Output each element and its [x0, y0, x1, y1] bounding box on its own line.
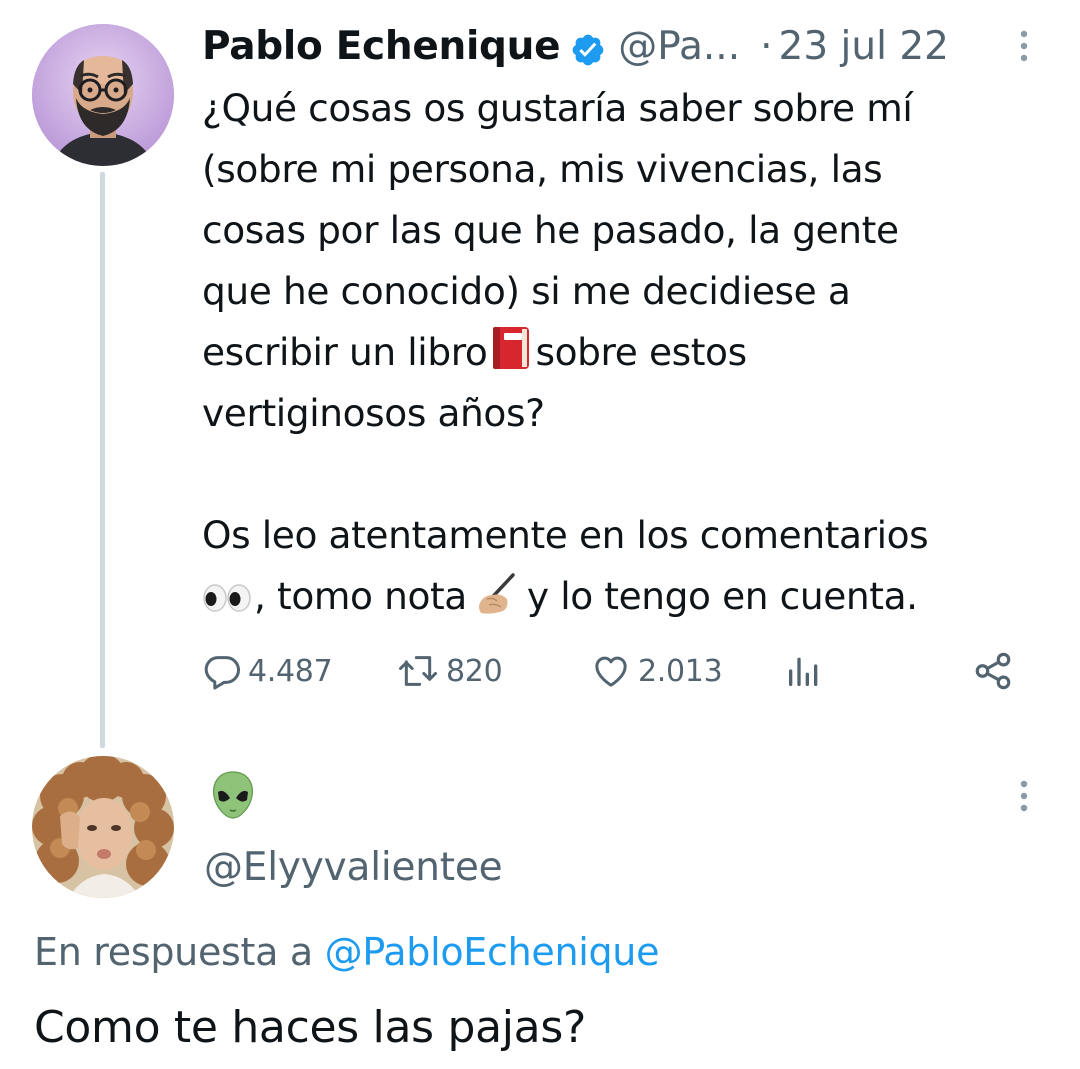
author-name[interactable]: Pablo Echenique — [202, 20, 561, 74]
tweet-text-line: que he conocido) si me decidiese a — [202, 269, 851, 313]
tweet-text-line: ¿Qué cosas os gustaría saber sobre mí — [202, 86, 913, 130]
thread-connector-line — [100, 172, 105, 748]
reply-text: Como te haces las pajas? — [34, 1002, 586, 1053]
alien-emoji — [210, 770, 256, 820]
like-button[interactable]: 2.013 — [590, 645, 723, 697]
reply-icon — [202, 651, 242, 691]
more-options-icon[interactable] — [1012, 26, 1036, 70]
tweet-text-fragment: escribir un libro — [202, 330, 488, 374]
reply-author-handle[interactable]: @Elyyvalientee — [204, 840, 503, 896]
tweet-text-fragment: y lo tengo en cuenta. — [526, 574, 918, 618]
views-icon — [784, 651, 824, 691]
views-button[interactable] — [784, 645, 824, 697]
share-button[interactable] — [972, 645, 1014, 697]
tweet-thread: Pablo Echenique @Pa... · 23 jul 22 ¿Qué … — [0, 0, 1080, 1069]
tweet-text-line: , tomo nota y lo tengo en cuenta. — [202, 566, 1052, 627]
tweet-text-line: escribir un libro sobre estos — [202, 322, 1052, 383]
reply-author-avatar[interactable] — [32, 756, 174, 898]
verified-badge-icon — [570, 29, 606, 66]
tweet-text: ¿Qué cosas os gustaría saber sobre mí (s… — [202, 78, 1052, 627]
writing-hand-emoji — [473, 571, 521, 617]
author-avatar[interactable] — [32, 24, 174, 166]
author-handle[interactable]: @Pa... — [618, 20, 740, 74]
reply-button[interactable]: 4.487 — [202, 645, 333, 697]
more-options-icon[interactable] — [1012, 776, 1036, 820]
like-count: 2.013 — [638, 653, 723, 689]
tweet-text-line: (sobre mi persona, mis vivencias, las — [202, 147, 883, 191]
retweet-icon — [396, 651, 440, 691]
closed-book-emoji — [491, 325, 531, 371]
eyes-emoji — [202, 570, 252, 612]
tweet-text-line: cosas por las que he pasado, la gente — [202, 208, 899, 252]
header-separator: · — [760, 24, 773, 69]
replying-prefix: En respuesta a — [34, 930, 313, 974]
share-icon — [972, 650, 1014, 692]
tweet-text-fragment: , tomo nota — [254, 574, 467, 618]
replying-to-line: En respuesta a @PabloEchenique — [34, 924, 659, 980]
reply-count: 4.487 — [248, 653, 333, 689]
tweet-actions-bar: 4.487 820 2.013 — [202, 645, 1022, 697]
tweet-text-line: vertiginosos años? — [202, 391, 545, 435]
tweet-text-line: Os leo atentamente en los comentarios — [202, 513, 929, 557]
retweet-count: 820 — [446, 653, 503, 689]
replying-to-mention[interactable]: @PabloEchenique — [325, 930, 660, 974]
tweet-text-fragment: sobre estos — [535, 330, 747, 374]
retweet-button[interactable]: 820 — [396, 645, 503, 697]
tweet-header: Pablo Echenique @Pa... · 23 jul 22 — [202, 20, 1042, 74]
tweet-date[interactable]: 23 jul 22 — [779, 20, 949, 74]
like-icon — [590, 651, 632, 691]
